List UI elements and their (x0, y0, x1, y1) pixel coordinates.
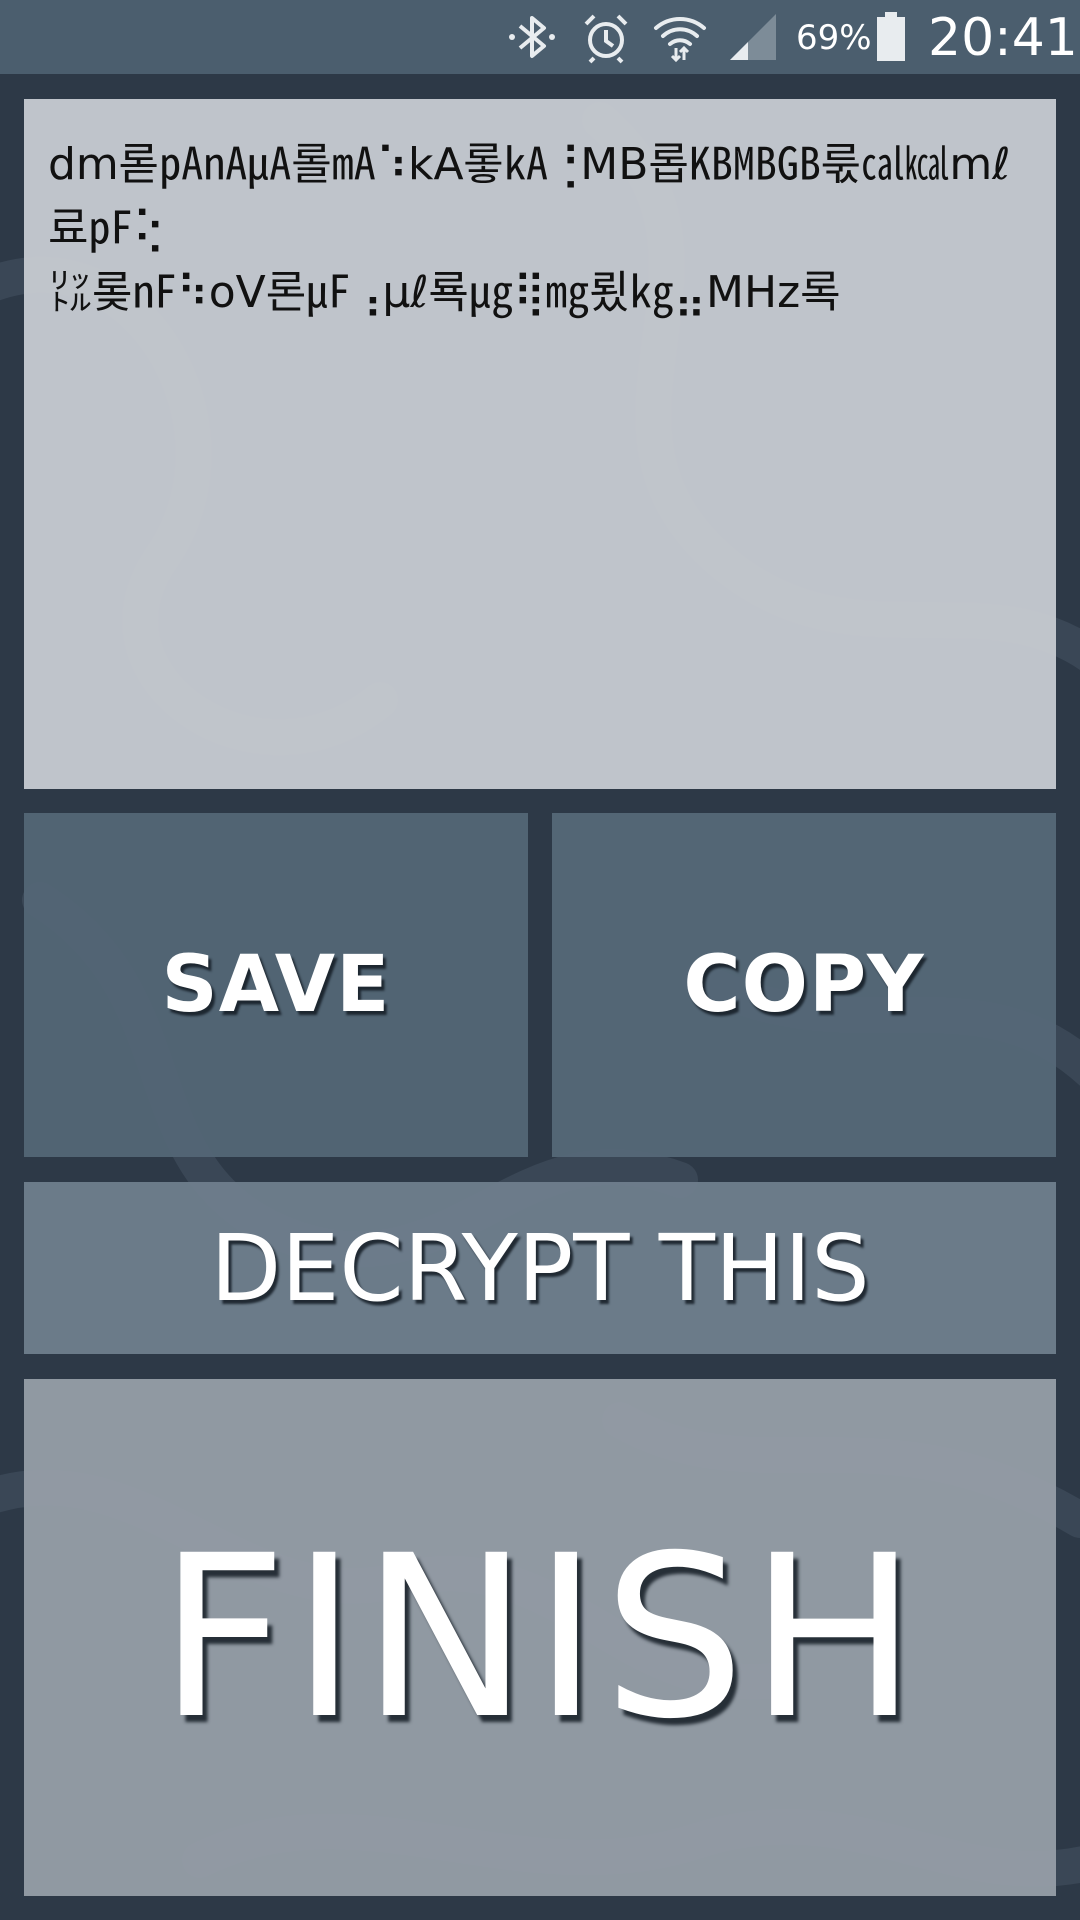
finish-button[interactable]: FINISH (24, 1379, 1056, 1896)
status-clock: 20:41 (928, 8, 1078, 68)
save-button[interactable]: SAVE (24, 813, 528, 1157)
status-bar: 69% 20:41 (0, 0, 1080, 74)
decrypt-button-label: DECRYPT THIS (210, 1214, 870, 1322)
message-text-area[interactable]: dm롣㎀㎁㎂롤㎃⠱kA롷㎄⢘MB롭㎅㎆㎇룫㎈㎉mℓ료㎊⢕ ㍑롲㎋⠳oV론㎌⢠µℓ… (24, 99, 1056, 789)
bluetooth-icon (509, 16, 555, 58)
message-text: dm롣㎀㎁㎂롤㎃⠱kA롷㎄⢘MB롭㎅㎆㎇룫㎈㎉mℓ료㎊⢕ ㍑롲㎋⠳oV론㎌⢠µℓ… (48, 139, 1011, 318)
decrypt-button[interactable]: DECRYPT THIS (24, 1182, 1056, 1354)
signal-icon (730, 14, 776, 60)
wifi-icon (654, 17, 706, 63)
copy-button[interactable]: COPY (552, 813, 1056, 1157)
save-button-label: SAVE (161, 940, 391, 1030)
battery-icon (877, 12, 905, 61)
copy-button-label: COPY (683, 940, 925, 1030)
battery-percent: 69% (796, 18, 872, 58)
alarm-icon (584, 14, 628, 64)
finish-button-label: FINISH (158, 1507, 922, 1768)
